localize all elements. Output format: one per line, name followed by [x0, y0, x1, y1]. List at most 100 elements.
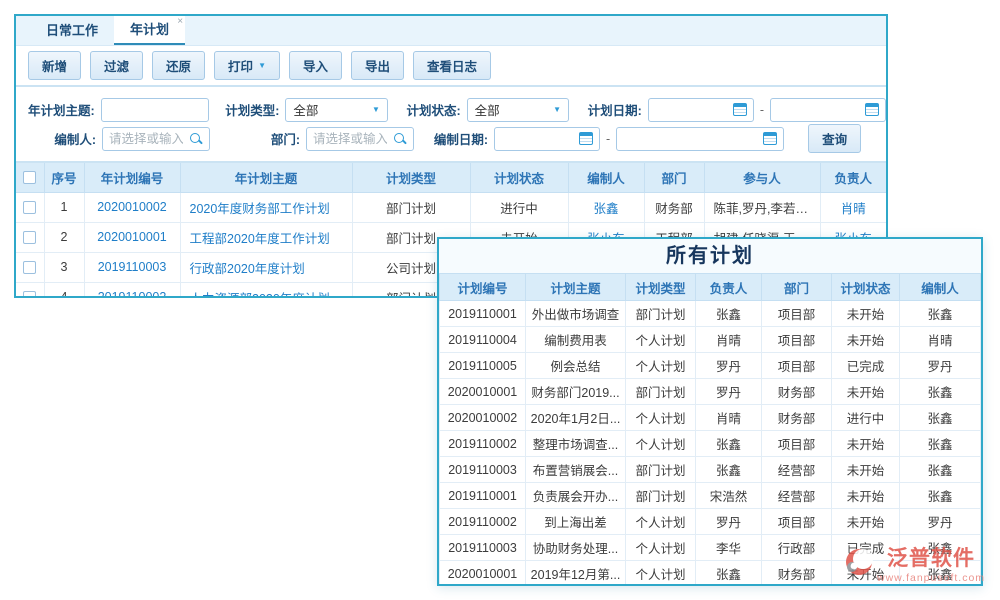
view-log-button[interactable]: 查看日志 — [413, 51, 491, 80]
select-all-checkbox[interactable] — [23, 171, 36, 184]
cell: 未开始 — [832, 457, 900, 483]
compile-date-from[interactable] — [494, 127, 600, 151]
table-row[interactable]: 2019110001外出做市场调查部门计划张鑫项目部未开始张鑫 — [440, 301, 981, 327]
search-icon[interactable] — [189, 132, 203, 146]
cell: 肖晴 — [900, 327, 981, 353]
column-header[interactable]: 计划状态 — [470, 162, 568, 192]
cell-link[interactable]: 2020010002 — [97, 200, 167, 214]
tab-bar: 日常工作 年计划 × — [16, 16, 886, 46]
cell-checkbox — [16, 282, 44, 298]
compiler-label: 编制人: — [16, 129, 102, 148]
column-header[interactable]: 部门 — [762, 274, 832, 301]
cell-link[interactable]: 肖晴 — [841, 202, 866, 216]
plan-type-label: 计划类型: — [209, 100, 286, 119]
plan-date-from[interactable] — [648, 98, 754, 122]
plan-date-to[interactable] — [770, 98, 886, 122]
cell-link[interactable]: 2020年度财务部工作计划 — [190, 202, 330, 216]
export-button[interactable]: 导出 — [351, 51, 404, 80]
calendar-icon[interactable] — [733, 103, 747, 116]
column-header[interactable]: 计划状态 — [832, 274, 900, 301]
date-input[interactable] — [617, 129, 763, 149]
column-header[interactable]: 部门 — [644, 162, 704, 192]
row-checkbox[interactable] — [23, 231, 36, 244]
cell: 2019110003 — [440, 457, 526, 483]
cell-link[interactable]: 张鑫 — [593, 202, 618, 216]
date-input[interactable] — [649, 100, 733, 120]
import-button[interactable]: 导入 — [289, 51, 342, 80]
compiler-input[interactable] — [103, 129, 189, 149]
date-input[interactable] — [495, 129, 579, 149]
date-input[interactable] — [771, 100, 865, 120]
cell: 李华 — [696, 535, 762, 561]
button-label: 查看日志 — [427, 56, 477, 75]
column-header-checkbox — [16, 162, 44, 192]
cell-checkbox — [16, 192, 44, 222]
close-icon[interactable]: × — [177, 17, 183, 27]
calendar-icon[interactable] — [763, 132, 777, 145]
table-header-row: 序号年计划编号年计划主题计划类型计划状态编制人部门参与人负责人 — [16, 162, 886, 192]
row-checkbox[interactable] — [23, 201, 36, 214]
table-row[interactable]: 120200100022020年度财务部工作计划部门计划进行中张鑫财务部陈菲,罗… — [16, 192, 886, 222]
column-header[interactable]: 编制人 — [568, 162, 644, 192]
column-header[interactable]: 计划类型 — [626, 274, 696, 301]
table-row[interactable]: 2019110004编制费用表个人计划肖晴项目部未开始肖晴 — [440, 327, 981, 353]
column-header[interactable]: 参与人 — [704, 162, 820, 192]
page: 日常工作 年计划 × 新增 过滤 还原 打印 ▼ 导入 — [0, 0, 1000, 600]
tab-annual-plan[interactable]: 年计划 × — [114, 16, 185, 45]
compiler-combo[interactable] — [102, 127, 210, 151]
cell: 2020010001 — [440, 379, 526, 405]
cell: 张鑫 — [696, 457, 762, 483]
table-row[interactable]: 20200100012019年12月第...个人计划张鑫财务部未开始张鑫 — [440, 561, 981, 587]
filter-button[interactable]: 过滤 — [90, 51, 143, 80]
cell: 2020年1月2日... — [526, 405, 626, 431]
column-header[interactable]: 编制人 — [900, 274, 981, 301]
cell: 3 — [44, 252, 84, 282]
department-combo[interactable] — [306, 127, 414, 151]
tab-daily-work[interactable]: 日常工作 — [30, 16, 114, 45]
cell: 张鑫 — [900, 405, 981, 431]
table-row[interactable]: 2019110001负责展会开办...部门计划宋浩然经营部未开始张鑫 — [440, 483, 981, 509]
calendar-icon[interactable] — [865, 103, 879, 116]
table-row[interactable]: 20200100022020年1月2日...个人计划肖晴财务部进行中张鑫 — [440, 405, 981, 431]
table-row[interactable]: 2019110002整理市场调查...个人计划张鑫项目部未开始张鑫 — [440, 431, 981, 457]
search-icon[interactable] — [393, 132, 407, 146]
cell-link[interactable]: 2019110003 — [98, 260, 167, 274]
row-checkbox[interactable] — [23, 261, 36, 274]
table-row[interactable]: 2019110002到上海出差个人计划罗丹项目部未开始罗丹 — [440, 509, 981, 535]
table-row[interactable]: 2020010001财务部门2019...部门计划罗丹财务部未开始张鑫 — [440, 379, 981, 405]
column-header[interactable]: 计划主题 — [526, 274, 626, 301]
table-row[interactable]: 2019110005例会总结个人计划罗丹项目部已完成罗丹 — [440, 353, 981, 379]
plan-type-select[interactable]: 全部 ▼ — [285, 98, 387, 122]
restore-button[interactable]: 还原 — [152, 51, 205, 80]
table-row[interactable]: 2019110003协助财务处理...个人计划李华行政部已完成张鑫 — [440, 535, 981, 561]
column-header[interactable]: 年计划主题 — [180, 162, 352, 192]
column-header[interactable]: 序号 — [44, 162, 84, 192]
calendar-icon[interactable] — [579, 132, 593, 145]
print-button[interactable]: 打印 ▼ — [214, 51, 280, 80]
compile-date-to[interactable] — [616, 127, 784, 151]
cell-link[interactable]: 2020010001 — [97, 230, 167, 244]
topic-input[interactable] — [101, 98, 209, 122]
chevron-down-icon: ▼ — [372, 106, 380, 114]
cell: 张鑫 — [696, 431, 762, 457]
cell-link[interactable]: 2019110002 — [98, 290, 167, 298]
cell: 肖晴 — [696, 405, 762, 431]
cell-link[interactable]: 人力资源部2020年度计划 — [190, 292, 330, 299]
column-header[interactable]: 负责人 — [696, 274, 762, 301]
search-button[interactable]: 查询 — [808, 124, 861, 153]
filter-panel: 年计划主题: 计划类型: 全部 ▼ 计划状态: 全部 ▼ 计划日期: - — [16, 87, 886, 161]
cell-link[interactable]: 行政部2020年度计划 — [190, 262, 305, 276]
cell: 布置营销展会... — [526, 457, 626, 483]
column-header[interactable]: 年计划编号 — [84, 162, 180, 192]
cell: 罗丹 — [696, 353, 762, 379]
column-header[interactable]: 负责人 — [820, 162, 886, 192]
column-header[interactable]: 计划类型 — [352, 162, 470, 192]
add-button[interactable]: 新增 — [28, 51, 81, 80]
row-checkbox[interactable] — [23, 291, 36, 298]
cell-link[interactable]: 工程部2020年度工作计划 — [190, 232, 330, 246]
column-header[interactable]: 计划编号 — [440, 274, 526, 301]
cell: 张鑫 — [696, 561, 762, 587]
table-row[interactable]: 2019110003布置营销展会...部门计划张鑫经营部未开始张鑫 — [440, 457, 981, 483]
department-input[interactable] — [307, 129, 393, 149]
plan-status-select[interactable]: 全部 ▼ — [467, 98, 569, 122]
